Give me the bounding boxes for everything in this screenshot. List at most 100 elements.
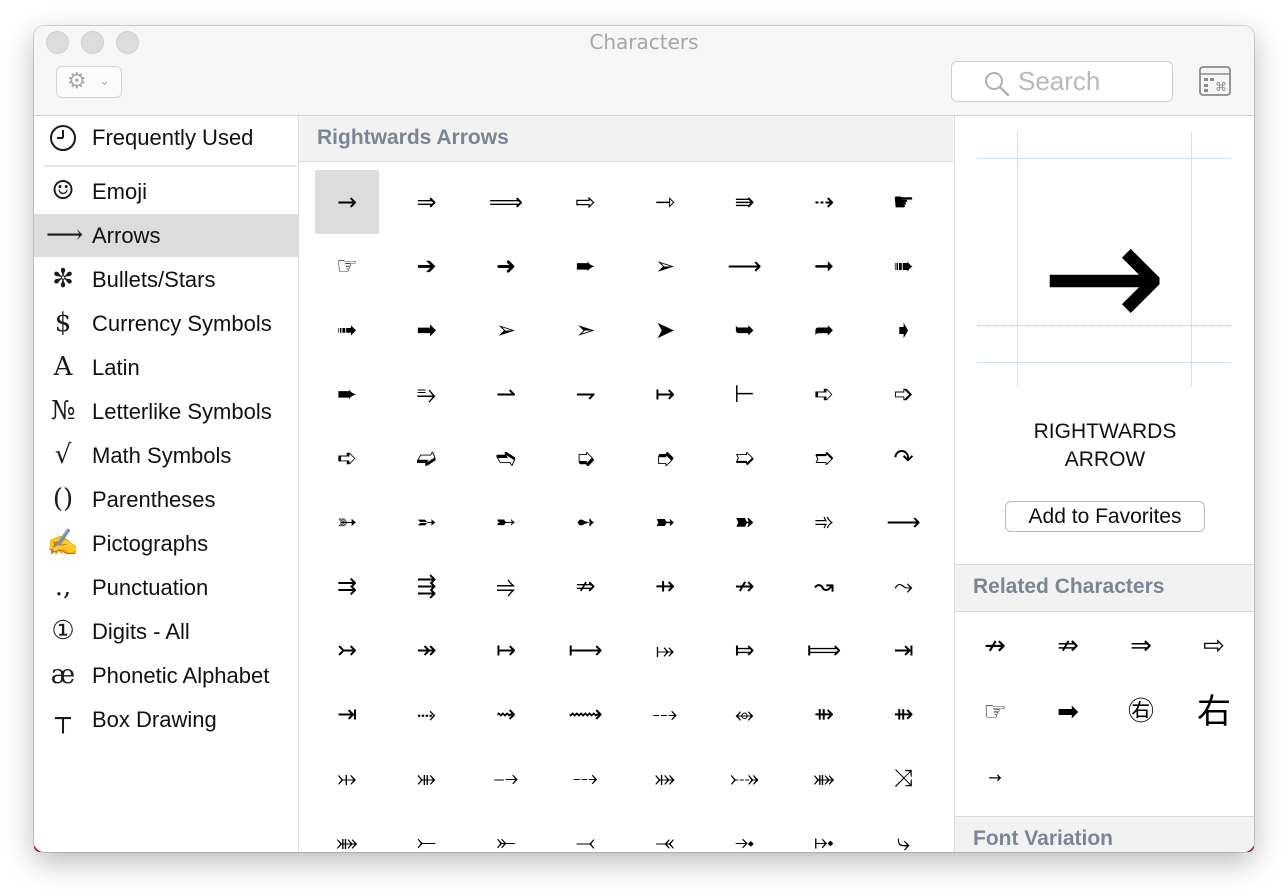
character-cell[interactable]: ➜	[474, 234, 538, 298]
character-cell[interactable]: ⤷	[872, 810, 936, 852]
character-cell[interactable]: ➵	[395, 490, 459, 554]
character-cell[interactable]: ➩	[872, 362, 936, 426]
action-menu-button[interactable]: ⚙ ⌄	[56, 66, 122, 98]
sidebar-item-digits-all[interactable]: ① Digits - All	[34, 610, 298, 653]
character-cell[interactable]: ⤳	[872, 554, 936, 618]
character-cell[interactable]: ↷	[872, 426, 936, 490]
character-cell[interactable]: ➢	[633, 234, 697, 298]
character-cell[interactable]: ⟾	[792, 618, 856, 682]
sidebar-item-pictographs[interactable]: ✍ Pictographs	[34, 522, 298, 565]
related-character-cell[interactable]: ☞	[959, 680, 1031, 744]
sidebar-item-latin[interactable]: A Latin	[34, 346, 298, 389]
character-cell[interactable]: ➪	[315, 426, 379, 490]
character-cell[interactable]: ⟶	[872, 490, 936, 554]
character-cell[interactable]: ➢	[474, 298, 538, 362]
character-cell[interactable]: ➸	[474, 490, 538, 554]
related-character-cell[interactable]: ⇏	[1032, 614, 1104, 678]
sidebar-item-phonetic-alphabet[interactable]: æ Phonetic Alphabet	[34, 654, 298, 697]
character-cell[interactable]: ⟶	[713, 234, 777, 298]
character-cell[interactable]: ⤠	[792, 810, 856, 852]
character-cell[interactable]: ⇒	[395, 170, 459, 234]
character-cell[interactable]: ⟿	[554, 682, 618, 746]
character-cell[interactable]: ⇸	[633, 554, 697, 618]
character-cell[interactable]: ➦	[792, 298, 856, 362]
character-cell[interactable]: ➥	[713, 298, 777, 362]
character-cell[interactable]: ⇻	[792, 682, 856, 746]
character-cell[interactable]: ⤐	[713, 746, 777, 810]
character-cell[interactable]: ⤜	[474, 810, 538, 852]
character-cell[interactable]: ⇏	[554, 554, 618, 618]
sidebar-item-box-drawing[interactable]: ┬ Box Drawing	[34, 698, 298, 741]
character-cell[interactable]: ↦	[633, 362, 697, 426]
character-cell[interactable]: ↛	[713, 554, 777, 618]
character-cell[interactable]: ⇁	[554, 362, 618, 426]
character-cell[interactable]: ⤏	[633, 682, 697, 746]
sidebar-item-math-symbols[interactable]: √ Math Symbols	[34, 434, 298, 477]
related-character-cell[interactable]: ↛	[959, 614, 1031, 678]
character-cell[interactable]: ⇨	[554, 170, 618, 234]
character-cell[interactable]: ⤕	[395, 746, 459, 810]
character-cell[interactable]: ⥱	[395, 362, 459, 426]
character-cell[interactable]: ⇢	[792, 170, 856, 234]
character-cell[interactable]: ➳	[315, 490, 379, 554]
character-cell[interactable]: ↝	[792, 554, 856, 618]
related-character-cell[interactable]: ㊨	[1105, 680, 1177, 744]
character-cell[interactable]: ⇛	[713, 170, 777, 234]
character-cell[interactable]: →	[315, 170, 379, 234]
character-cell[interactable]: ☞	[315, 234, 379, 298]
character-cell[interactable]: ⇻	[872, 682, 936, 746]
character-cell[interactable]: ➤	[633, 298, 697, 362]
character-cell[interactable]: ➣	[554, 298, 618, 362]
character-cell[interactable]: ↠	[395, 618, 459, 682]
character-cell[interactable]: ➡	[395, 298, 459, 362]
sidebar-item-letterlike-symbols[interactable]: № Letterlike Symbols	[34, 390, 298, 433]
sidebar-item-frequently-used[interactable]: Frequently Used	[34, 116, 298, 159]
character-cell[interactable]: ↦	[474, 618, 538, 682]
character-cell[interactable]: ⤞	[713, 810, 777, 852]
character-cell[interactable]: ⤇	[713, 618, 777, 682]
character-cell[interactable]: ⤙	[554, 810, 618, 852]
search-input[interactable]	[1018, 66, 1158, 96]
character-cell[interactable]: ➱	[792, 426, 856, 490]
sidebar-item-parentheses[interactable]: () Parentheses	[34, 478, 298, 521]
character-cell[interactable]: ➮	[633, 426, 697, 490]
character-cell[interactable]: ⥤	[474, 554, 538, 618]
character-cell[interactable]: ⟹	[474, 170, 538, 234]
character-cell[interactable]: ➔	[395, 234, 459, 298]
character-cell[interactable]: ➻	[554, 490, 618, 554]
character-cell[interactable]: ⤍	[474, 746, 538, 810]
character-cell[interactable]: ↣	[315, 618, 379, 682]
add-to-favorites-button[interactable]: Add to Favorites	[1005, 501, 1205, 532]
character-cell[interactable]: ⤘	[315, 810, 379, 852]
character-cell[interactable]: ⟼	[554, 618, 618, 682]
character-cell[interactable]: ⇀	[474, 362, 538, 426]
character-cell[interactable]: ➟	[315, 298, 379, 362]
character-cell[interactable]: ⤔	[315, 746, 379, 810]
character-cell[interactable]: ⇾	[633, 170, 697, 234]
character-cell[interactable]: ➾	[792, 490, 856, 554]
character-cell[interactable]: ➧	[872, 298, 936, 362]
character-cell[interactable]: ⇥	[315, 682, 379, 746]
character-cell[interactable]: ⤛	[633, 810, 697, 852]
character-cell[interactable]: ⤏	[554, 746, 618, 810]
character-cell[interactable]: ☛	[872, 170, 936, 234]
character-cell[interactable]: ➽	[713, 490, 777, 554]
character-cell[interactable]: ⤘	[792, 746, 856, 810]
character-cell[interactable]: ⇝	[474, 682, 538, 746]
character-cell[interactable]: ⤚	[395, 810, 459, 852]
character-cell[interactable]: ➞	[792, 234, 856, 298]
related-character-cell[interactable]: 右	[1178, 680, 1250, 744]
sidebar-item-bullets-stars[interactable]: ✼ Bullets/Stars	[34, 258, 298, 301]
character-cell[interactable]: ⇉	[315, 554, 379, 618]
sidebar-item-currency-symbols[interactable]: $ Currency Symbols	[34, 302, 298, 345]
character-cell[interactable]: ⤨	[872, 746, 936, 810]
sidebar-item-emoji[interactable]: ☺ Emoji	[34, 170, 298, 213]
character-cell[interactable]: ⤗	[633, 746, 697, 810]
character-cell[interactable]: ➨	[315, 362, 379, 426]
character-cell[interactable]: ➪	[792, 362, 856, 426]
character-cell[interactable]: ⤑	[395, 682, 459, 746]
character-cell[interactable]: ➬	[474, 426, 538, 490]
character-cell[interactable]: ⇥	[872, 618, 936, 682]
sidebar-item-punctuation[interactable]: ., Punctuation	[34, 566, 298, 609]
character-cell[interactable]: ➫	[395, 426, 459, 490]
